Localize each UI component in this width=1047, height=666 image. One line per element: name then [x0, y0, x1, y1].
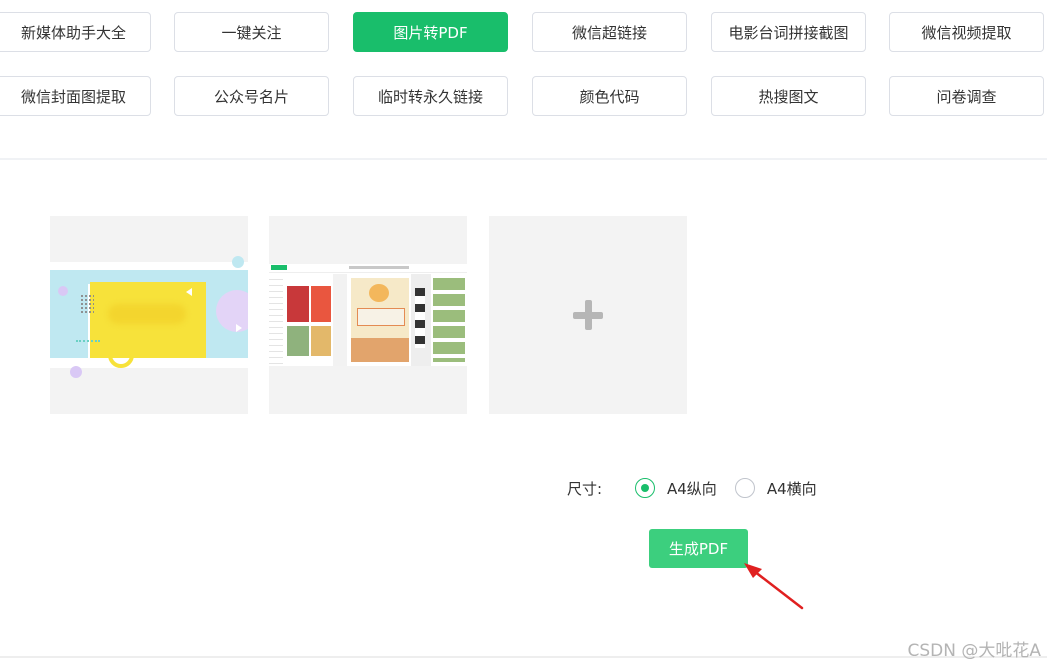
tool-survey[interactable]: 问卷调查 — [889, 76, 1044, 116]
plus-icon — [573, 300, 603, 330]
tool-wechat-hyperlink[interactable]: 微信超链接 — [532, 12, 687, 52]
watermark: CSDN @大吡花A — [907, 641, 1041, 661]
banner-image — [50, 256, 248, 378]
radio-a4-portrait[interactable]: A4纵向 — [635, 478, 717, 499]
section-divider — [0, 158, 1047, 160]
radio-label-a4-portrait: A4纵向 — [667, 479, 717, 498]
radio-button-unchecked[interactable] — [734, 478, 755, 498]
tool-one-click-follow[interactable]: 一键关注 — [174, 12, 329, 52]
size-label: 尺寸: — [567, 479, 603, 498]
bottom-divider — [0, 656, 1047, 658]
add-image-button[interactable] — [489, 216, 687, 414]
uploaded-image-thumbnail[interactable] — [269, 216, 467, 414]
tool-movie-subtitle-stitch[interactable]: 电影台词拼接截图 — [711, 12, 866, 52]
radio-label-a4-landscape: A4横向 — [766, 479, 817, 498]
uploaded-image-thumbnail[interactable] — [50, 216, 248, 414]
size-selector: 尺寸: A4纵向 A4横向 — [567, 476, 835, 500]
tool-trending-graphics[interactable]: 热搜图文 — [711, 76, 866, 116]
tool-new-media-assistant[interactable]: 新媒体助手大全 — [0, 12, 151, 52]
pdf-tool-page: 新媒体助手大全 一键关注 图片转PDF 微信超链接 电影台词拼接截图 微信视频提… — [0, 0, 1047, 666]
tool-color-code[interactable]: 颜色代码 — [532, 76, 687, 116]
radio-a4-landscape[interactable]: A4横向 — [734, 478, 817, 499]
annotation-arrow-icon — [744, 563, 804, 610]
generate-pdf-button[interactable]: 生成PDF — [649, 529, 748, 568]
tool-wechat-cover-extract[interactable]: 微信封面图提取 — [0, 76, 151, 116]
tool-account-card[interactable]: 公众号名片 — [174, 76, 329, 116]
tool-grid: 新媒体助手大全 一键关注 图片转PDF 微信超链接 电影台词拼接截图 微信视频提… — [0, 0, 1047, 160]
tool-temp-to-permanent-link[interactable]: 临时转永久链接 — [353, 76, 508, 116]
tool-wechat-video-extract[interactable]: 微信视频提取 — [889, 12, 1044, 52]
webpage-screenshot-image — [269, 264, 467, 366]
radio-button-checked[interactable] — [635, 478, 655, 498]
tool-image-to-pdf[interactable]: 图片转PDF — [353, 12, 508, 52]
